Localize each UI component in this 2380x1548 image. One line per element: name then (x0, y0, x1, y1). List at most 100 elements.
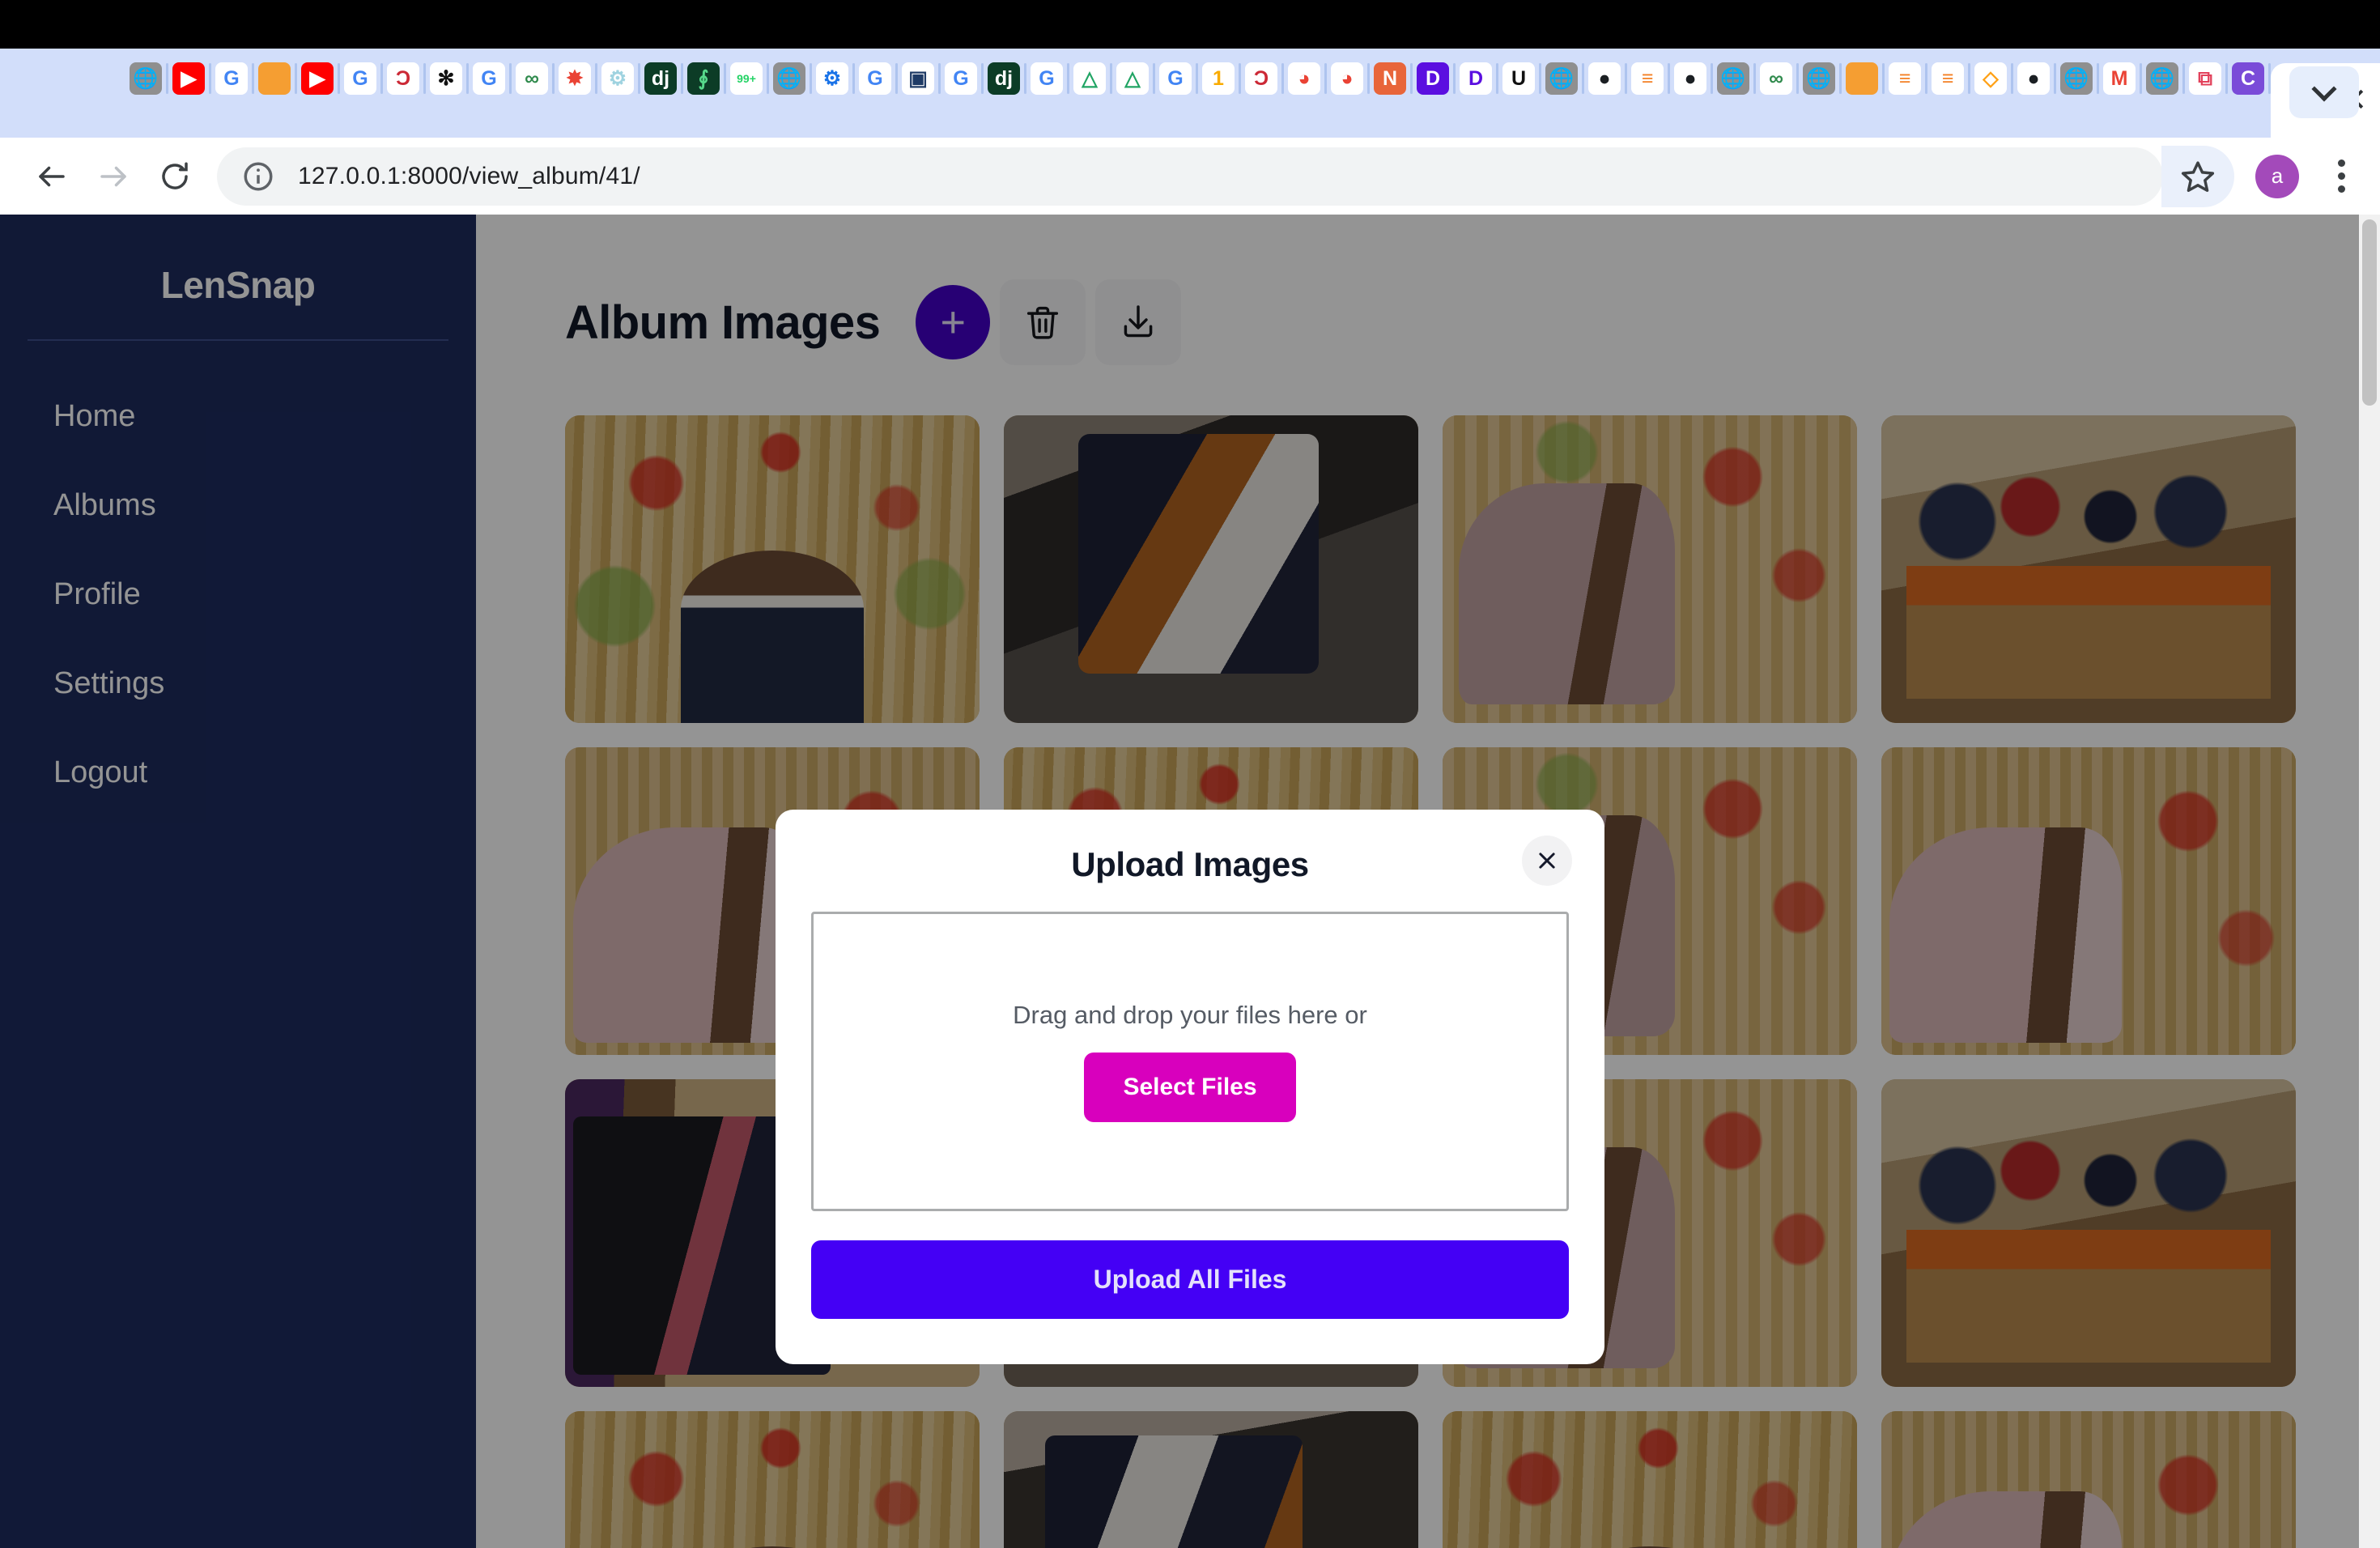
google-favicon[interactable]: G (945, 62, 977, 95)
stackoverflow-favicon[interactable]: ≡ (1631, 62, 1664, 95)
address-bar[interactable]: 127.0.0.1:8000/view_album/41/ (217, 147, 2163, 206)
tab-divider (638, 63, 640, 94)
netlify-favicon[interactable]: N (1374, 62, 1406, 95)
google-favicon[interactable]: G (1031, 62, 1063, 95)
tab-divider (2140, 63, 2142, 94)
udemy-favicon[interactable]: U (1502, 62, 1535, 95)
select-files-button[interactable]: Select Files (1084, 1053, 1296, 1122)
django-favicon[interactable]: dj (644, 62, 677, 95)
cube-favicon[interactable]: ⬟ (1846, 62, 1878, 95)
globe-favicon[interactable]: 🌐 (2060, 62, 2093, 95)
youtube-favicon[interactable]: ▶ (172, 62, 205, 95)
tab-divider (552, 63, 555, 94)
google-drive-favicon[interactable]: △ (1073, 62, 1106, 95)
chevron-down-icon (2311, 76, 2337, 102)
whatsapp-favicon[interactable]: 99+ (730, 62, 763, 95)
google-favicon[interactable]: G (473, 62, 505, 95)
notebook-favicon[interactable]: ∮ (687, 62, 720, 95)
globe-favicon[interactable]: 🌐 (1803, 62, 1835, 95)
tab-divider (1668, 63, 1670, 94)
avatar[interactable]: a (2255, 154, 2299, 198)
infinity-favicon[interactable]: ∞ (516, 62, 548, 95)
upload-images-modal: Upload Images Drag and drop your files h… (776, 810, 1604, 1364)
google-drive-favicon[interactable]: △ (1116, 62, 1149, 95)
tab-divider (1281, 63, 1284, 94)
close-modal-button[interactable] (1522, 836, 1572, 886)
tab-divider (1882, 63, 1885, 94)
url-text: 127.0.0.1:8000/view_album/41/ (298, 162, 640, 189)
globe-favicon[interactable]: 🌐 (773, 62, 805, 95)
tab-divider (252, 63, 254, 94)
tab-divider (1024, 63, 1026, 94)
gear-favicon[interactable]: ⚙ (816, 62, 848, 95)
tab-divider (1496, 63, 1498, 94)
globe-favicon[interactable]: 🌐 (1717, 62, 1749, 95)
youtube-favicon[interactable]: ▶ (301, 62, 334, 95)
google-favicon[interactable]: G (859, 62, 891, 95)
star-bookmark-icon[interactable] (2161, 145, 2234, 207)
gmail-favicon[interactable]: M (2103, 62, 2136, 95)
tab-divider (1239, 63, 1241, 94)
google-keep-favicon[interactable]: 1 (1202, 62, 1235, 95)
tab-divider (1968, 63, 1970, 94)
infinity-favicon[interactable]: ∞ (1760, 62, 1792, 95)
upload-all-files-button[interactable]: Upload All Files (811, 1240, 1569, 1319)
tab-divider (1625, 63, 1627, 94)
google-favicon[interactable]: G (1159, 62, 1192, 95)
page-scrollbar[interactable] (2359, 215, 2380, 1548)
claude-favicon[interactable]: Ɔ (1245, 62, 1277, 95)
github-favicon[interactable]: ● (1674, 62, 1706, 95)
file-dropzone[interactable]: Drag and drop your files here or Select … (811, 912, 1569, 1211)
github-favicon[interactable]: ● (1588, 62, 1621, 95)
openai-favicon[interactable]: ✻ (430, 62, 462, 95)
tab-divider (1410, 63, 1413, 94)
google-cloud-favicon[interactable]: ◕ (1288, 62, 1320, 95)
cube-favicon[interactable]: ⬟ (258, 62, 291, 95)
google-photos-favicon[interactable]: ✸ (559, 62, 591, 95)
tab-divider (166, 63, 168, 94)
tab-divider (466, 63, 469, 94)
tab-divider (509, 63, 512, 94)
globe-favicon[interactable]: 🌐 (1545, 62, 1578, 95)
back-arrow-icon[interactable] (21, 146, 83, 207)
dora-favicon[interactable]: D (1460, 62, 1492, 95)
stackoverflow-favicon[interactable]: ≡ (1889, 62, 1921, 95)
chatgpt-c-favicon[interactable]: C (2232, 62, 2264, 95)
scrollbar-thumb[interactable] (2362, 219, 2377, 406)
tab-divider (1367, 63, 1370, 94)
info-circle-icon[interactable] (241, 159, 275, 194)
kebab-menu-icon[interactable] (2323, 159, 2359, 193)
tab-divider (852, 63, 855, 94)
tab-divider (2225, 63, 2228, 94)
globe-favicon[interactable]: 🌐 (130, 62, 162, 95)
tab-divider (1711, 63, 1713, 94)
google-cloud-favicon[interactable]: ◕ (1331, 62, 1363, 95)
tab-divider (1539, 63, 1541, 94)
robot-favicon[interactable]: ⚙ (601, 62, 634, 95)
forward-arrow-icon[interactable] (83, 146, 144, 207)
tab-search-button[interactable] (2289, 66, 2359, 118)
tab-divider (1582, 63, 1584, 94)
tab-divider (681, 63, 683, 94)
stackoverflow-favicon[interactable]: ≡ (1932, 62, 1964, 95)
github-favicon[interactable]: ● (2017, 62, 2050, 95)
tab-divider (938, 63, 941, 94)
dora-favicon[interactable]: D (1417, 62, 1449, 95)
google-favicon[interactable]: G (215, 62, 248, 95)
tab-divider (1453, 63, 1456, 94)
tab-divider (767, 63, 769, 94)
camera-favicon[interactable]: ▣ (902, 62, 934, 95)
django-favicon[interactable]: dj (988, 62, 1020, 95)
google-favicon[interactable]: G (344, 62, 376, 95)
claude-favicon[interactable]: Ɔ (387, 62, 419, 95)
tab-divider (1067, 63, 1069, 94)
reload-icon[interactable] (144, 146, 206, 207)
globe-favicon[interactable]: 🌐 (2146, 62, 2178, 95)
tab-divider (2011, 63, 2013, 94)
browser-window: 🌐 ▶ G ⬟ ▶ G Ɔ ✻ G ∞ ✸ ⚙ dj ∮ 99+ 🌐 ⚙ G ▣ Gdj G △ △ G 1 Ɔ ◕ ◕ N D D U 🌐 ● ≡… (0, 0, 2380, 1548)
tab-divider (895, 63, 898, 94)
leetcode-favicon[interactable]: ◇ (1974, 62, 2007, 95)
browser-toolbar: 127.0.0.1:8000/view_album/41/ a (0, 138, 2380, 215)
copy-favicon[interactable]: ⧉ (2189, 62, 2221, 95)
dropzone-hint: Drag and drop your files here or (1013, 1001, 1367, 1029)
